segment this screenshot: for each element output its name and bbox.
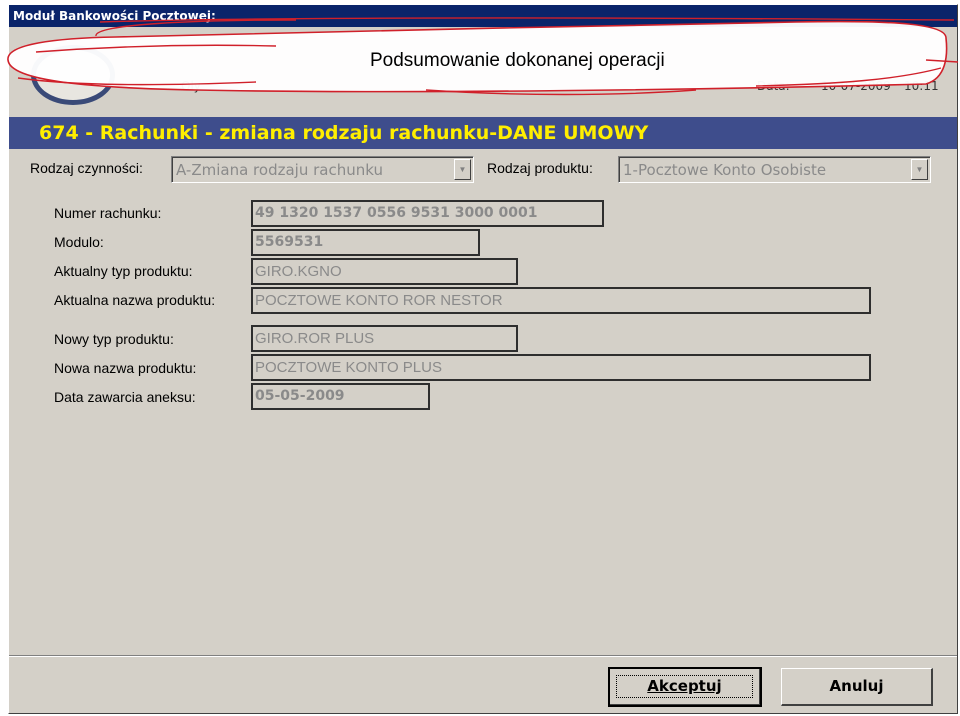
activity-type-value: A-Zmiana rodzaju rachunku [176, 161, 383, 179]
new-product-type-field: GIRO.ROR PLUS [251, 325, 518, 352]
account-number-field: 49 1320 1537 0556 9531 3000 0001 [251, 200, 604, 227]
current-product-type-value: GIRO.KGNO [255, 263, 342, 280]
current-product-name-field: POCZTOWE KONTO ROR NESTOR [251, 287, 871, 314]
chevron-down-icon[interactable]: ▼ [454, 159, 471, 180]
new-product-name-field: POCZTOWE KONTO PLUS [251, 354, 871, 381]
modulo-label: Modulo: [54, 234, 104, 250]
chevron-down-icon[interactable]: ▼ [911, 159, 928, 180]
summary-callout: Podsumowanie dokonanej operacji [0, 16, 959, 96]
annex-date-value: 05-05-2009 [255, 388, 345, 404]
annex-date-label: Data zawarcia aneksu: [54, 389, 196, 405]
new-product-name-label: Nowa nazwa produktu: [54, 360, 197, 376]
product-type-select[interactable]: 1-Pocztowe Konto Osobiste ▼ [618, 156, 931, 183]
new-product-name-value: POCZTOWE KONTO PLUS [255, 359, 442, 376]
callout-title: Podsumowanie dokonanej operacji [370, 50, 665, 71]
screen-title-banner: 674 - Rachunki - zmiana rodzaju rachunku… [9, 117, 957, 149]
cancel-button-label: Anuluj [829, 677, 884, 695]
annex-date-field: 05-05-2009 [251, 383, 430, 410]
current-product-name-label: Aktualna nazwa produktu: [54, 292, 216, 308]
activity-type-select[interactable]: A-Zmiana rodzaju rachunku ▼ [171, 156, 474, 183]
product-type-label: Rodzaj produktu: [487, 160, 593, 176]
account-number-value: 49 1320 1537 0556 9531 3000 0001 [255, 205, 538, 221]
accept-button[interactable]: Akceptuj [608, 667, 762, 707]
current-product-type-field: GIRO.KGNO [251, 258, 518, 285]
current-product-type-label: Aktualny typ produktu: [54, 263, 193, 279]
account-number-label: Numer rachunku: [54, 205, 162, 221]
footer-divider [9, 655, 957, 657]
focus-rectangle [616, 675, 753, 698]
product-type-value: 1-Pocztowe Konto Osobiste [623, 161, 827, 179]
new-product-type-value: GIRO.ROR PLUS [255, 330, 375, 347]
modulo-value: 5569531 [255, 234, 324, 250]
modulo-field: 5569531 [251, 229, 480, 256]
app-window: Moduł Bankowości Pocztowej: Oly Data: 10… [8, 4, 958, 714]
current-product-name-value: POCZTOWE KONTO ROR NESTOR [255, 292, 503, 309]
new-product-type-label: Nowy typ produktu: [54, 331, 174, 347]
activity-type-label: Rodzaj czynności: [30, 160, 143, 176]
cancel-button[interactable]: Anuluj [781, 668, 933, 706]
